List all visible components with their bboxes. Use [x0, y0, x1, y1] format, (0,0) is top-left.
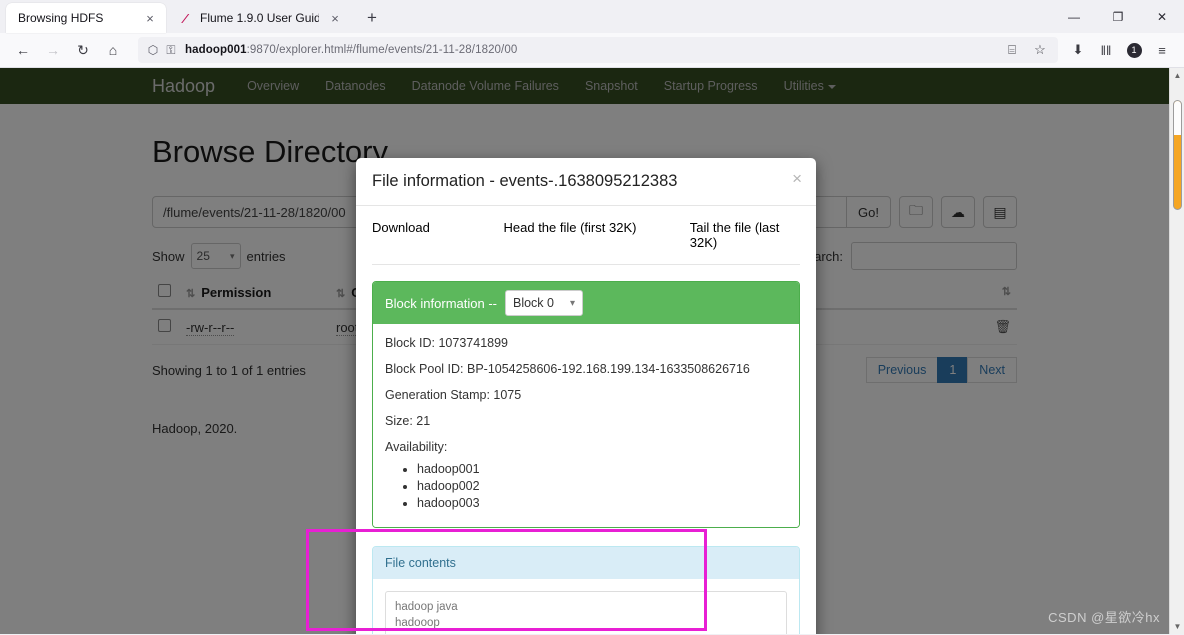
availability-list: hadoop001 hadoop002 hadoop003: [385, 462, 787, 510]
scrollbar-thumb-cap: [1174, 101, 1181, 135]
list-item: hadoop002: [417, 479, 787, 493]
flume-favicon-icon: ∕: [183, 10, 187, 26]
shield-icon[interactable]: ⬡: [144, 41, 162, 59]
block-size: Size: 21: [385, 414, 431, 428]
tail-file-link[interactable]: Tail the file (last 32K): [690, 220, 800, 250]
url-bar[interactable]: ⬡ ⚿ hadoop001:9870/explorer.html#/flume/…: [138, 37, 1058, 63]
block-information-body: Block ID: 1073741899 Block Pool ID: BP-1…: [373, 324, 799, 527]
bookmark-star-icon[interactable]: ☆: [1026, 36, 1054, 64]
pocket-icon[interactable]: ⬇: [1064, 36, 1092, 64]
reload-icon[interactable]: ↻: [68, 36, 98, 64]
window-controls: — ❐ ✕: [1052, 0, 1184, 33]
file-contents-header: File contents: [373, 547, 799, 579]
forward-icon[interactable]: →: [38, 36, 68, 64]
watermark: CSDN @星欲冷hx: [1048, 610, 1160, 625]
scroll-down-icon[interactable]: ▼: [1170, 619, 1184, 634]
modal-body: Download Head the file (first 32K) Tail …: [356, 206, 816, 634]
list-item: hadoop003: [417, 496, 787, 510]
browser-tab-flume-user-guide[interactable]: ∕ Flume 1.9.0 User Guide — Ap ×: [166, 3, 351, 33]
block-pool-id: Block Pool ID: BP-1054258606-192.168.199…: [385, 362, 750, 376]
url-bar-actions: ⌸ ☆: [998, 36, 1054, 64]
new-tab-button[interactable]: +: [359, 5, 385, 31]
tab-title: Flume 1.9.0 User Guide — Ap: [200, 11, 319, 25]
tab-title-text: Flume 1.9.0 User Guide —: [200, 11, 319, 25]
file-contents-body: [373, 579, 799, 634]
maximize-icon[interactable]: ❐: [1096, 0, 1140, 33]
block-information-label: Block information --: [385, 295, 497, 311]
account-badge-count: 1: [1126, 42, 1142, 58]
back-icon[interactable]: ←: [8, 36, 38, 64]
home-icon[interactable]: ⌂: [98, 36, 128, 64]
broken-lock-icon[interactable]: ⚿: [162, 41, 180, 59]
page-scrollbar[interactable]: ▲ ▼: [1169, 68, 1184, 634]
block-information-panel: Block information -- Block 0 ▾ Block ID:…: [372, 281, 800, 528]
block-select[interactable]: Block 0 ▾: [504, 290, 583, 316]
close-window-icon[interactable]: ✕: [1140, 0, 1184, 33]
page-viewport: Hadoop Overview Datanodes Datanode Volum…: [0, 68, 1184, 634]
library-icon[interactable]: ‖‖: [1092, 36, 1120, 64]
file-contents-textarea[interactable]: [385, 591, 787, 634]
modal-header: File information - events-.1638095212383…: [356, 158, 816, 206]
minimize-icon[interactable]: —: [1052, 0, 1096, 33]
account-badge[interactable]: 1: [1120, 36, 1148, 64]
tab-strip: Browsing HDFS × ∕ Flume 1.9.0 User Guide…: [0, 0, 1184, 33]
block-id: Block ID: 1073741899: [385, 336, 509, 350]
file-contents-panel: File contents: [372, 546, 800, 634]
generation-stamp: Generation Stamp: 1075: [385, 388, 522, 402]
tab-close-icon[interactable]: ×: [327, 10, 343, 26]
reader-view-icon[interactable]: ⌸: [998, 36, 1026, 64]
head-file-link[interactable]: Head the file (first 32K): [504, 220, 690, 250]
browser-chrome: Browsing HDFS × ∕ Flume 1.9.0 User Guide…: [0, 0, 1184, 68]
url-path: :9870/explorer.html#/flume/events/21-11-…: [246, 44, 518, 56]
modal-title: File information - events-.1638095212383: [372, 172, 678, 190]
url-text: hadoop001:9870/explorer.html#/flume/even…: [185, 44, 517, 56]
navigation-bar: ← → ↻ ⌂ ⬡ ⚿ hadoop001:9870/explorer.html…: [0, 33, 1184, 68]
file-action-links: Download Head the file (first 32K) Tail …: [372, 220, 800, 265]
app-menu-icon[interactable]: ≡: [1148, 36, 1176, 64]
close-icon[interactable]: ×: [792, 170, 802, 187]
scroll-up-icon[interactable]: ▲: [1170, 68, 1184, 83]
tab-close-icon[interactable]: ×: [142, 10, 158, 26]
scrollbar-thumb[interactable]: [1173, 100, 1182, 210]
block-select-value: Block 0: [512, 296, 554, 310]
chevron-down-icon: ▾: [569, 297, 575, 309]
availability-label: Availability:: [385, 440, 448, 454]
tab-title: Browsing HDFS: [18, 11, 104, 25]
file-information-modal: File information - events-.1638095212383…: [356, 158, 816, 634]
download-link[interactable]: Download: [372, 220, 504, 250]
browser-tab-browsing-hdfs[interactable]: Browsing HDFS ×: [6, 3, 166, 33]
list-item: hadoop001: [417, 462, 787, 476]
url-host: hadoop001: [185, 44, 247, 56]
block-information-header: Block information -- Block 0 ▾: [373, 282, 799, 324]
